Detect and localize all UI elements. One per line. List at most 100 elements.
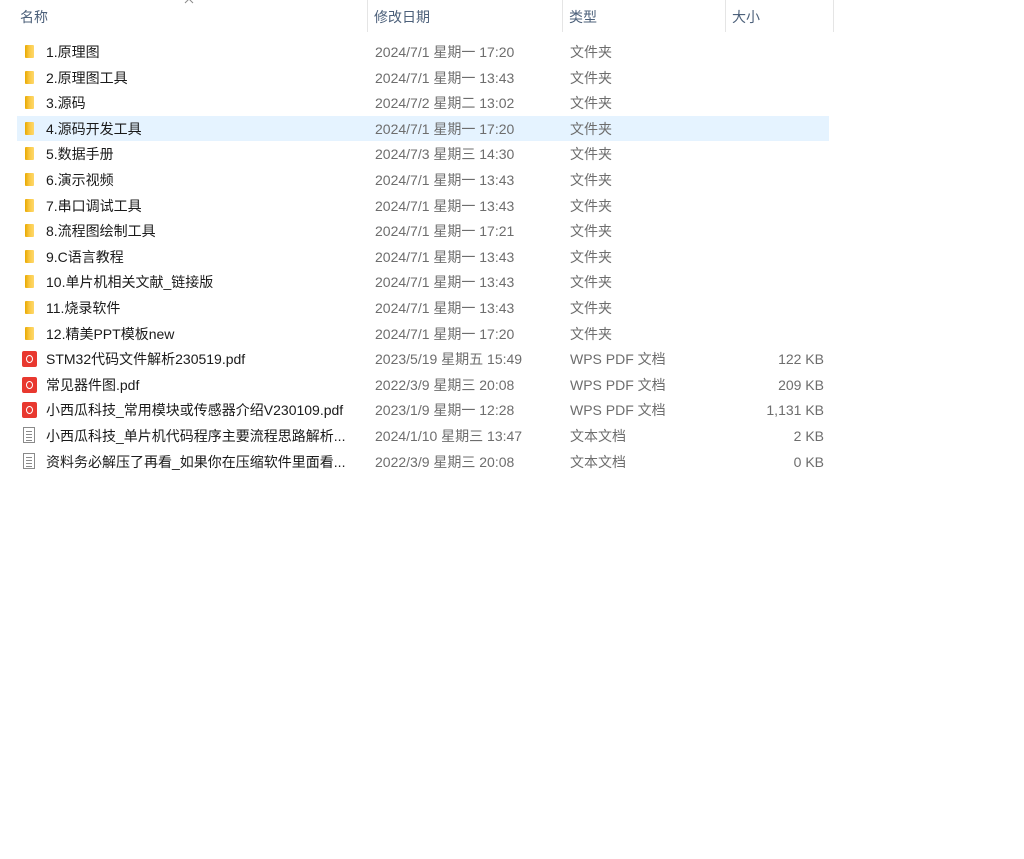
file-icon-cell (22, 269, 38, 295)
file-row[interactable]: STM32代码文件解析230519.pdf 2023/5/19 星期五 15:49… (0, 346, 829, 372)
pdf-icon (22, 402, 37, 419)
file-icon-cell (22, 295, 38, 321)
file-size (726, 193, 824, 219)
file-icon-cell (22, 116, 38, 142)
file-row[interactable]: 7.串口调试工具 2024/7/1 星期一 13:43 文件夹 (0, 193, 829, 219)
file-name: 1.原理图 (46, 44, 100, 60)
file-modified-date: 2022/3/9 星期三 20:08 (375, 453, 515, 470)
file-size: 1,131 KB (766, 402, 824, 419)
file-name: 11.烧录软件 (46, 299, 121, 316)
file-icon-cell (22, 372, 38, 398)
file-row[interactable]: 5.数据手册 2024/7/3 星期三 14:30 文件夹 (0, 141, 829, 167)
file-type: 文件夹 (570, 95, 612, 112)
file-row[interactable]: 12.精美PPT模板new 2024/7/1 星期一 17:20 文件夹 (0, 321, 829, 347)
file-row[interactable]: 4.源码开发工具 2024/7/1 星期一 17:20 文件夹 (17, 115, 829, 142)
file-row[interactable]: 1.原理图 2024/7/1 星期一 17:20 文件夹 (0, 39, 829, 65)
file-size (726, 321, 824, 347)
file-type: 文件夹 (570, 120, 612, 137)
file-row[interactable]: 2.原理图工具 2024/7/1 星期一 13:43 文件夹 (0, 65, 829, 91)
file-name: 资料务必解压了再看_如果你在压缩软件里面看... (46, 453, 346, 470)
file-name: 3.源码 (46, 95, 86, 112)
file-name: 6.演示视频 (46, 171, 114, 188)
text-file-icon (23, 452, 35, 469)
file-modified-date: 2023/1/9 星期一 12:28 (375, 402, 515, 419)
file-size (726, 39, 824, 65)
file-name: 2.原理图工具 (46, 69, 128, 86)
file-modified-date: 2024/7/1 星期一 13:43 (375, 274, 515, 291)
file-size (726, 116, 824, 142)
folder-icon (25, 275, 34, 289)
file-icon-cell (22, 346, 38, 372)
file-row[interactable]: 资料务必解压了再看_如果你在压缩软件里面看... 2022/3/9 星期三 20:… (0, 449, 829, 475)
column-header-modified-label: 修改日期 (374, 9, 430, 25)
file-type: 文件夹 (570, 299, 612, 316)
file-type: WPS PDF 文档 (570, 351, 666, 368)
file-type: 文件夹 (570, 223, 612, 240)
file-modified-date: 2024/7/1 星期一 13:43 (375, 197, 515, 214)
file-size: 122 KB (778, 351, 824, 368)
file-size (726, 90, 824, 116)
file-type: 文件夹 (570, 69, 612, 86)
file-size (726, 244, 824, 270)
file-size: 0 KB (793, 453, 824, 470)
file-name: 5.数据手册 (46, 146, 114, 163)
file-row[interactable]: 小西瓜科技_常用模块或传感器介绍V230109.pdf 2023/1/9 星期一 … (0, 397, 829, 423)
file-type: 文件夹 (570, 171, 612, 188)
file-row[interactable]: 10.单片机相关文献_链接版 2024/7/1 星期一 13:43 文件夹 (0, 269, 829, 295)
folder-icon (25, 198, 34, 212)
file-icon-cell (22, 141, 38, 167)
column-header-size[interactable]: 大小 (726, 0, 834, 32)
file-type: 文件夹 (570, 44, 612, 60)
folder-icon (25, 70, 34, 84)
folder-icon (25, 96, 34, 110)
file-icon-cell (22, 39, 38, 65)
file-modified-date: 2024/7/1 星期一 13:43 (375, 171, 515, 188)
file-icon-cell (22, 65, 38, 91)
folder-icon (25, 300, 34, 314)
file-icon-cell (22, 218, 38, 244)
file-row[interactable]: 3.源码 2024/7/2 星期二 13:02 文件夹 (0, 90, 829, 116)
file-size (726, 218, 824, 244)
pdf-icon (22, 376, 37, 393)
file-name: 8.流程图绘制工具 (46, 223, 156, 240)
file-modified-date: 2024/7/3 星期三 14:30 (375, 146, 515, 163)
file-name: 12.精美PPT模板new (46, 325, 175, 342)
file-type: 文件夹 (570, 325, 612, 342)
file-type: 文件夹 (570, 248, 612, 265)
file-type: 文件夹 (570, 274, 612, 291)
column-header-bar: 名称 修改日期 类型 大小 (0, 0, 834, 32)
folder-icon (25, 224, 34, 238)
file-row[interactable]: 9.C语言教程 2024/7/1 星期一 13:43 文件夹 (0, 244, 829, 270)
file-row[interactable]: 常见器件图.pdf 2022/3/9 星期三 20:08 WPS PDF 文档 209… (0, 372, 829, 398)
file-size (726, 295, 824, 321)
column-header-type[interactable]: 类型 (563, 0, 726, 32)
file-name: 9.C语言教程 (46, 248, 124, 265)
file-name: 7.串口调试工具 (46, 197, 142, 214)
file-icon-cell (22, 321, 38, 347)
file-type: 文件夹 (570, 146, 612, 163)
file-modified-date: 2024/1/10 星期三 13:47 (375, 427, 523, 444)
file-modified-date: 2024/7/1 星期一 17:20 (375, 325, 515, 342)
chevron-up-icon (184, 0, 194, 4)
file-icon-cell (22, 423, 38, 449)
file-row[interactable]: 8.流程图绘制工具 2024/7/1 星期一 17:21 文件夹 (0, 218, 829, 244)
file-size (726, 65, 824, 91)
file-icon-cell (22, 449, 38, 475)
column-header-name[interactable]: 名称 (0, 0, 368, 32)
file-type: WPS PDF 文档 (570, 376, 666, 393)
file-size (726, 167, 824, 193)
file-row[interactable]: 6.演示视频 2024/7/1 星期一 13:43 文件夹 (0, 167, 829, 193)
folder-icon (25, 249, 34, 263)
file-row[interactable]: 小西瓜科技_单片机代码程序主要流程思路解析... 2024/1/10 星期三 13… (0, 423, 829, 449)
file-size (726, 141, 824, 167)
file-icon-cell (22, 167, 38, 193)
column-header-size-label: 大小 (732, 9, 760, 25)
file-size (726, 269, 824, 295)
file-row[interactable]: 11.烧录软件 2024/7/1 星期一 13:43 文件夹 (0, 295, 829, 321)
file-name: 4.源码开发工具 (46, 120, 142, 137)
file-size: 2 KB (793, 427, 824, 444)
file-icon-cell (22, 397, 38, 423)
file-icon-cell (22, 90, 38, 116)
pdf-icon (22, 351, 37, 368)
column-header-modified[interactable]: 修改日期 (368, 0, 563, 32)
